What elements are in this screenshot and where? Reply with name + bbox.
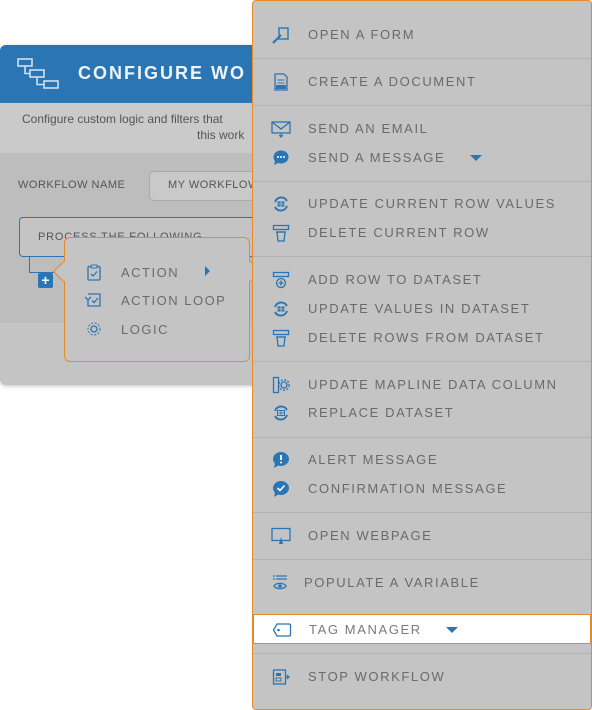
action-label: DELETE CURRENT ROW — [308, 225, 490, 240]
row-trash-icon — [271, 223, 291, 243]
action-stop-workflow[interactable]: STOP WORKFLOW — [253, 662, 591, 691]
action-label: SEND AN EMAIL — [308, 121, 429, 136]
action-alert-message[interactable]: ALERT MESSAGE — [253, 445, 591, 474]
submenu-arrow-icon — [205, 266, 210, 276]
divider — [253, 105, 591, 106]
action-delete-rows[interactable]: DELETE ROWS FROM DATASET — [253, 323, 591, 352]
add-step-button[interactable]: + — [38, 273, 53, 288]
divider — [253, 512, 591, 513]
dialog-title: CONFIGURE WO — [78, 63, 246, 83]
workflow-diagram-icon — [16, 57, 60, 96]
action-label: REPLACE DATASET — [308, 405, 455, 420]
divider — [253, 559, 591, 560]
popup-item-label: LOGIC — [121, 321, 169, 337]
chevron-down-icon[interactable] — [446, 627, 458, 633]
alert-bubble-icon — [271, 450, 291, 470]
chevron-down-icon[interactable] — [470, 155, 482, 161]
popup-item-label: ACTION LOOP — [121, 292, 227, 308]
refresh-table-icon — [271, 299, 291, 319]
action-send-email[interactable]: SEND AN EMAIL — [253, 114, 591, 143]
refresh-table-icon — [271, 403, 291, 423]
eye-list-icon — [271, 573, 291, 593]
divider — [253, 653, 591, 654]
pdf-document-icon — [271, 72, 291, 92]
action-create-document[interactable]: CREATE A DOCUMENT — [253, 67, 591, 96]
action-label: UPDATE VALUES IN DATASET — [308, 301, 531, 316]
workflow-name-label: WORKFLOW NAME — [18, 179, 126, 191]
action-label: POPULATE A VARIABLE — [304, 575, 480, 590]
action-update-values[interactable]: UPDATE VALUES IN DATASET — [253, 294, 591, 323]
row-trash-icon — [271, 328, 291, 348]
description-line-1: Configure custom logic and filters that — [22, 112, 223, 126]
description-line-2: this work — [197, 128, 245, 142]
stop-workflow-icon — [271, 667, 291, 687]
action-update-data-column[interactable]: UPDATE MAPLINE DATA COLUMN — [253, 370, 591, 399]
action-delete-current-row[interactable]: DELETE CURRENT ROW — [253, 218, 591, 247]
divider — [253, 181, 591, 182]
action-add-row[interactable]: ADD ROW TO DATASET — [253, 265, 591, 294]
action-list-panel: OPEN A FORM CREATE A DOCUMENT SEND AN EM… — [252, 0, 592, 710]
action-label: STOP WORKFLOW — [308, 669, 446, 684]
action-tag-manager[interactable]: TAG MANAGER — [253, 614, 591, 644]
divider — [253, 58, 591, 59]
action-label: ADD ROW TO DATASET — [308, 272, 483, 287]
action-label: CREATE A DOCUMENT — [308, 74, 477, 89]
action-open-webpage[interactable]: OPEN WEBPAGE — [253, 521, 591, 550]
confirm-bubble-icon — [271, 479, 291, 499]
action-confirmation-message[interactable]: CONFIRMATION MESSAGE — [253, 474, 591, 503]
action-send-message[interactable]: SEND A MESSAGE — [253, 143, 591, 172]
clipboard-check-icon — [83, 263, 105, 281]
action-label: UPDATE CURRENT ROW VALUES — [308, 196, 557, 211]
action-label: SEND A MESSAGE — [308, 150, 446, 165]
chat-bubble-icon — [271, 148, 291, 168]
action-label: DELETE ROWS FROM DATASET — [308, 330, 545, 345]
column-gear-icon — [271, 375, 291, 395]
step-type-popup: ACTION ACTION LOOP LOGIC — [52, 237, 262, 362]
action-replace-dataset[interactable]: REPLACE DATASET — [253, 398, 591, 427]
action-populate-variable[interactable]: POPULATE A VARIABLE — [253, 568, 591, 597]
action-label: TAG MANAGER — [309, 622, 422, 637]
action-label: OPEN WEBPAGE — [308, 528, 433, 543]
connector-line — [29, 257, 30, 273]
action-label: OPEN A FORM — [308, 27, 416, 42]
action-label: ALERT MESSAGE — [308, 452, 439, 467]
popup-item-logic[interactable]: LOGIC — [83, 319, 169, 339]
gear-logic-icon — [83, 320, 105, 338]
divider — [253, 361, 591, 362]
action-label: UPDATE MAPLINE DATA COLUMN — [308, 377, 558, 392]
divider — [253, 437, 591, 438]
action-update-current-row[interactable]: UPDATE CURRENT ROW VALUES — [253, 189, 591, 218]
refresh-table-icon — [271, 194, 291, 214]
divider — [253, 256, 591, 257]
envelope-icon — [271, 119, 291, 139]
popup-item-action[interactable]: ACTION — [83, 262, 179, 282]
popup-item-label: ACTION — [121, 264, 180, 280]
row-add-icon — [271, 270, 291, 290]
action-open-form[interactable]: OPEN A FORM — [253, 20, 591, 49]
action-label: CONFIRMATION MESSAGE — [308, 481, 508, 496]
monitor-cursor-icon — [271, 526, 291, 546]
form-pen-icon — [271, 25, 291, 45]
tag-icon — [272, 620, 292, 640]
popup-item-action-loop[interactable]: ACTION LOOP — [83, 290, 226, 310]
loop-check-icon — [83, 291, 105, 309]
